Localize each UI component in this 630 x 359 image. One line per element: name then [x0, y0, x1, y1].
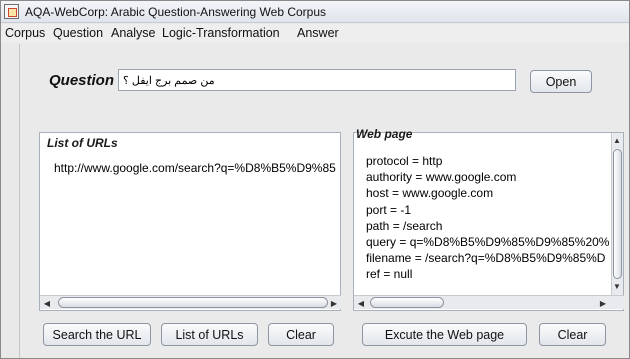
- scroll-left-arrow-icon[interactable]: ◀: [42, 298, 52, 308]
- webpage-line: port = -1: [366, 203, 412, 217]
- webpage-panel-title: Web page: [356, 127, 413, 141]
- java-app-icon: [4, 4, 19, 19]
- webpage-hscroll-thumb[interactable]: [370, 297, 444, 308]
- question-value: من صمم برج ايفل ؟: [123, 75, 215, 87]
- urls-scroll-thumb[interactable]: [58, 297, 328, 308]
- execute-webpage-button[interactable]: Excute the Web page: [362, 323, 527, 346]
- menu-logic-transformation[interactable]: Logic-Transformation: [162, 26, 280, 40]
- webpage-line: host = www.google.com: [366, 186, 494, 200]
- menu-corpus[interactable]: Corpus: [5, 26, 45, 40]
- scroll-right-arrow-icon[interactable]: ▶: [329, 298, 339, 308]
- webpage-line: path = /search: [366, 219, 443, 233]
- window-title: AQA-WebCorp: Arabic Question-Answering W…: [25, 5, 327, 19]
- question-label: Question: [49, 72, 115, 89]
- webpage-vscroll-thumb[interactable]: [613, 149, 622, 279]
- menu-analyse[interactable]: Analyse: [111, 26, 155, 40]
- title-bar: AQA-WebCorp: Arabic Question-Answering W…: [1, 1, 629, 23]
- scroll-down-arrow-icon[interactable]: ▼: [612, 281, 622, 291]
- search-url-button[interactable]: Search the URL: [43, 323, 151, 346]
- scroll-left-arrow-icon[interactable]: ◀: [356, 298, 366, 308]
- webpage-line: query = q=%D8%B5%D9%85%D9%85%20%: [366, 235, 610, 249]
- webpage-line: protocol = http: [366, 154, 443, 168]
- webpage-line: filename = /search?q=%D8%B5%D9%85%D: [366, 251, 606, 265]
- question-input[interactable]: من صمم برج ايفل ؟: [118, 69, 516, 91]
- scroll-right-arrow-icon[interactable]: ▶: [598, 298, 608, 308]
- url-list-item[interactable]: http://www.google.com/search?q=%D8%B5%D9…: [54, 161, 342, 175]
- webpage-line: ref = null: [366, 267, 413, 281]
- menu-bar: Corpus Question Analyse Logic-Transforma…: [1, 24, 629, 43]
- menu-answer[interactable]: Answer: [297, 26, 339, 40]
- list-urls-button[interactable]: List of URLs: [161, 323, 258, 346]
- webpage-line: authority = www.google.com: [366, 170, 517, 184]
- urls-panel-title: List of URLs: [47, 136, 118, 150]
- webpage-vertical-scrollbar[interactable]: ▲ ▼: [611, 133, 623, 295]
- urls-horizontal-scrollbar[interactable]: ◀ ▶: [40, 295, 341, 309]
- clear-webpage-button[interactable]: Clear: [539, 323, 606, 346]
- scroll-up-arrow-icon[interactable]: ▲: [612, 135, 622, 145]
- menu-question[interactable]: Question: [53, 26, 103, 40]
- webpage-horizontal-scrollbar[interactable]: ◀ ▶: [354, 295, 624, 309]
- open-button[interactable]: Open: [530, 70, 592, 93]
- clear-urls-button[interactable]: Clear: [268, 323, 334, 346]
